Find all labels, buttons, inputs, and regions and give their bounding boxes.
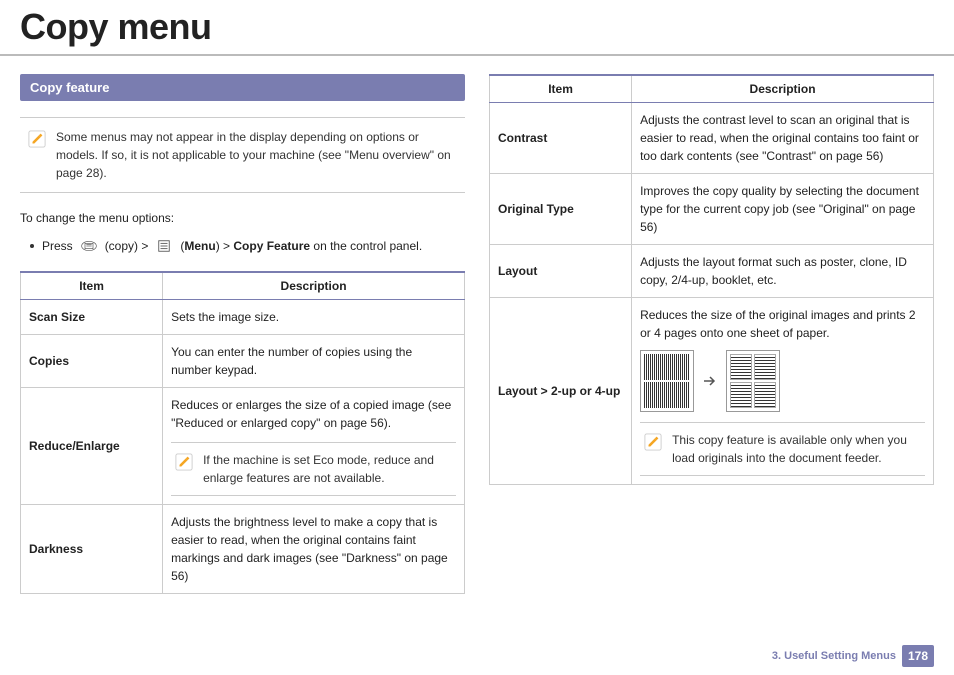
instruction-menu-wrap: (Menu) > Copy Feature on the control pan…	[180, 239, 422, 253]
pencil-note-icon	[175, 453, 193, 471]
item-cell: Contrast	[490, 103, 632, 174]
table-row: Layout Adjusts the layout format such as…	[490, 245, 934, 298]
left-column: Copy feature Some menus may not appear i…	[20, 74, 465, 594]
desc-cell: Adjusts the brightness level to make a c…	[163, 505, 465, 594]
desc-cell: Improves the copy quality by selecting t…	[632, 174, 934, 245]
instruction-suffix: on the control panel.	[310, 239, 422, 253]
table-row: Reduce/Enlarge Reduces or enlarges the s…	[21, 388, 465, 505]
instruction-press: Press	[42, 239, 73, 253]
section-header: Copy feature	[20, 74, 465, 101]
item-cell: Layout > 2-up or 4-up	[490, 298, 632, 485]
item-cell: Layout	[490, 245, 632, 298]
instruction-copy-label: (copy) >	[105, 239, 149, 253]
desc-cell: Adjusts the layout format such as poster…	[632, 245, 934, 298]
item-cell: Scan Size	[21, 300, 163, 335]
table-row: Original Type Improves the copy quality …	[490, 174, 934, 245]
instruction-feature-bold: Copy Feature	[233, 239, 310, 253]
desc-text: Reduces the size of the original images …	[640, 306, 925, 342]
footer-page-number: 178	[902, 645, 934, 667]
desc-cell: Adjusts the contrast level to scan an or…	[632, 103, 934, 174]
instruction-middle: ) >	[216, 239, 234, 253]
table-row: Copies You can enter the number of copie…	[21, 335, 465, 388]
inner-note-box: This copy feature is available only when…	[640, 422, 925, 476]
th-desc: Description	[163, 272, 465, 300]
desc-cell: Sets the image size.	[163, 300, 465, 335]
table-row: Darkness Adjusts the brightness level to…	[21, 505, 465, 594]
inner-note-text: This copy feature is available only when…	[672, 431, 921, 467]
arrow-right-icon	[702, 350, 718, 412]
desc-cell: Reduces or enlarges the size of a copied…	[163, 388, 465, 505]
desc-text: Reduces or enlarges the size of a copied…	[171, 396, 456, 432]
left-feature-table: Item Description Scan Size Sets the imag…	[20, 271, 465, 594]
right-feature-table: Item Description Contrast Adjusts the co…	[489, 74, 934, 485]
th-item: Item	[21, 272, 163, 300]
pencil-note-icon	[28, 130, 46, 148]
copy-icon	[81, 239, 97, 253]
item-cell: Original Type	[490, 174, 632, 245]
layout-fig-after	[726, 350, 780, 412]
item-cell: Reduce/Enlarge	[21, 388, 163, 505]
table-row: Contrast Adjusts the contrast level to s…	[490, 103, 934, 174]
desc-cell: You can enter the number of copies using…	[163, 335, 465, 388]
table-row: Scan Size Sets the image size.	[21, 300, 465, 335]
intro-text: To change the menu options:	[20, 211, 465, 225]
menu-icon	[156, 239, 172, 253]
layout-fig-before	[640, 350, 694, 412]
pencil-note-icon	[644, 433, 662, 451]
item-cell: Copies	[21, 335, 163, 388]
layout-figures	[640, 350, 925, 412]
desc-cell: Reduces the size of the original images …	[632, 298, 934, 485]
content-columns: Copy feature Some menus may not appear i…	[0, 56, 954, 594]
top-note-text: Some menus may not appear in the display…	[56, 128, 457, 182]
inner-note-text: If the machine is set Eco mode, reduce a…	[203, 451, 452, 487]
bullet-dot-icon	[30, 244, 34, 248]
page-title: Copy menu	[0, 0, 954, 56]
table-row: Layout > 2-up or 4-up Reduces the size o…	[490, 298, 934, 485]
inner-note-box: If the machine is set Eco mode, reduce a…	[171, 442, 456, 496]
item-cell: Darkness	[21, 505, 163, 594]
instruction-menu-bold: Menu	[184, 239, 215, 253]
right-column: Item Description Contrast Adjusts the co…	[489, 74, 934, 594]
footer-chapter: 3. Useful Setting Menus	[772, 650, 896, 662]
top-note-box: Some menus may not appear in the display…	[20, 117, 465, 193]
th-desc: Description	[632, 75, 934, 103]
instruction-line: Press (copy) > (Menu) > Copy Feature on …	[30, 239, 465, 253]
page-footer: 3. Useful Setting Menus 178	[772, 645, 934, 667]
th-item: Item	[490, 75, 632, 103]
